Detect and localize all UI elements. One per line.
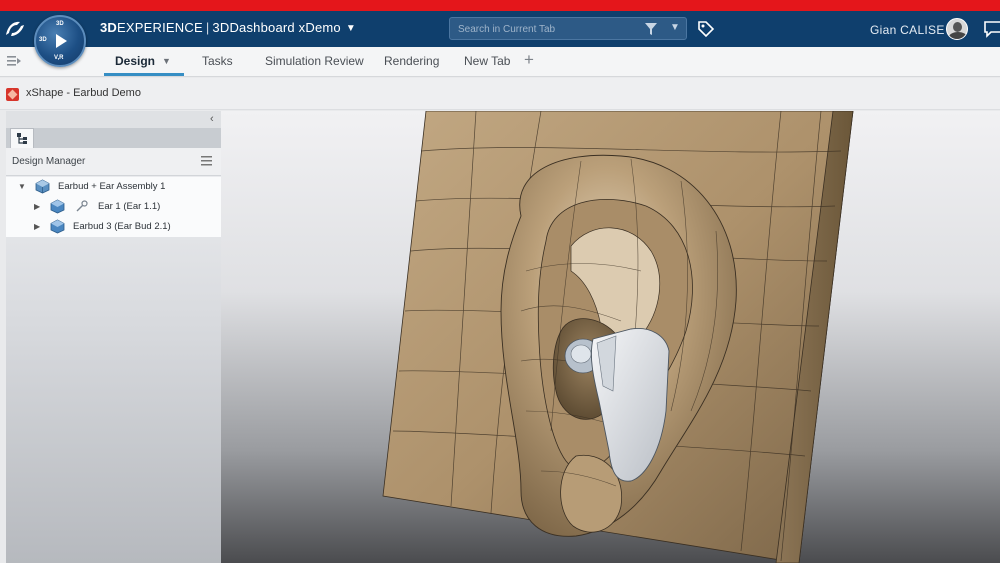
tree-item-label: Ear 1 (Ear 1.1) — [98, 201, 161, 212]
tree-item-label: Earbud 3 (Ear Bud 2.1) — [73, 221, 171, 232]
panel-toggle-icon[interactable] — [6, 54, 22, 68]
tree-tab[interactable] — [10, 128, 34, 148]
compass-label-top: 3D — [56, 21, 64, 27]
tab-design-chevron-icon[interactable]: ▼ — [162, 56, 171, 66]
search-input[interactable] — [458, 21, 638, 37]
compass-play-icon[interactable]: 3D 3D V,R — [34, 15, 86, 67]
tab-rendering[interactable]: Rendering — [384, 54, 439, 68]
part-cube-icon — [50, 219, 65, 234]
ear-model-3d[interactable] — [221, 111, 1000, 563]
chevron-down-icon[interactable]: ▼ — [346, 23, 356, 34]
user-name[interactable]: Gian CALISE — [870, 23, 945, 37]
plus-icon[interactable]: + — [524, 50, 534, 70]
title-separator: | — [205, 20, 210, 35]
panel-header: ‹ — [6, 111, 221, 128]
panel-tabstrip — [6, 128, 221, 148]
tab-design[interactable]: Design — [115, 54, 155, 68]
widget-title-bar: xShape - Earbud Demo — [0, 78, 1000, 110]
widget-title: xShape - Earbud Demo — [26, 87, 141, 99]
tab-tasks[interactable]: Tasks — [202, 54, 233, 68]
design-manager-header: Design Manager — [6, 148, 221, 176]
avatar[interactable] — [946, 18, 968, 40]
tab-simulation-review[interactable]: Simulation Review — [265, 54, 364, 68]
3d-viewport[interactable] — [221, 111, 1000, 563]
expand-toggle-icon[interactable]: ▶ — [34, 202, 40, 211]
tab-new-tab[interactable]: New Tab — [464, 54, 510, 68]
filter-icon[interactable] — [644, 21, 658, 37]
expand-toggle-icon[interactable]: ▶ — [34, 222, 40, 231]
top-accent-strip — [0, 0, 1000, 11]
tab-bar: Design ▼ Tasks Simulation Review Renderi… — [0, 47, 1000, 77]
compass-label-bottom: V,R — [54, 55, 64, 61]
tag-icon[interactable] — [697, 20, 715, 38]
compass-label-left: 3D — [39, 37, 47, 43]
xshape-app-icon — [6, 88, 19, 101]
link-icon — [76, 200, 88, 212]
part-cube-icon — [50, 199, 65, 214]
assembly-cube-icon — [35, 179, 50, 194]
tree-item-label: Earbud + Ear Assembly 1 — [58, 181, 166, 192]
design-manager-panel: ‹ Design Manager ▼ Earbud + Ear Assembly… — [6, 111, 221, 563]
active-tab-indicator — [104, 73, 184, 76]
hamburger-menu-icon[interactable] — [201, 156, 212, 166]
brand-experience: EXPERIENCE — [117, 20, 203, 35]
app-title[interactable]: 3DEXPERIENCE | 3DDashboard xDemo ▼ — [100, 20, 356, 35]
tree-item-assembly[interactable]: ▼ Earbud + Ear Assembly 1 — [6, 177, 221, 197]
chat-icon[interactable] — [983, 20, 1000, 38]
search-options-chevron-icon[interactable]: ▼ — [670, 22, 680, 33]
tree-item-earbud[interactable]: ▶ Earbud 3 (Ear Bud 2.1) — [6, 217, 221, 237]
expand-toggle-icon[interactable]: ▼ — [18, 182, 26, 191]
dashboard-name: 3DDashboard — [212, 20, 295, 35]
brand-3d: 3D — [100, 20, 118, 35]
tree-item-ear[interactable]: ▶ Ear 1 (Ear 1.1) — [6, 197, 221, 217]
tenant-name: xDemo — [298, 20, 341, 35]
search-box: ▼ — [449, 17, 687, 40]
design-manager-title: Design Manager — [12, 156, 86, 167]
collapse-panel-chevron-icon[interactable]: ‹ — [210, 113, 214, 125]
dassault-systemes-logo-icon[interactable] — [2, 17, 28, 41]
top-bar: 3D 3D V,R 3DEXPERIENCE | 3DDashboard xDemo… — [0, 11, 1000, 67]
design-tree: ▼ Earbud + Ear Assembly 1 ▶ Ear 1 (Ear 1… — [6, 177, 221, 237]
tree-structure-icon — [17, 133, 27, 144]
